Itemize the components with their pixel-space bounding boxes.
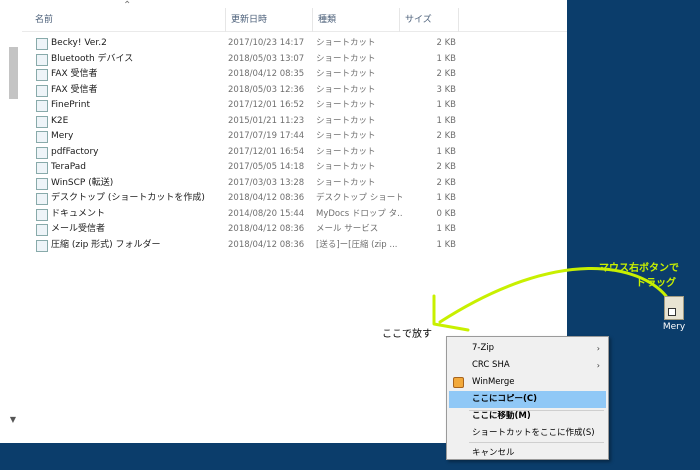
menu-item-label: ショートカットをここに作成(S): [472, 428, 595, 438]
winmerge-icon: [453, 377, 464, 388]
context-menu: 7-Zip › CRC SHA › WinMerge ここにコピー(C) ここに移動(M) シ…: [446, 336, 609, 460]
drag-instruction-line1: マウス右ボタンで: [599, 263, 679, 274]
menu-item-label: 7-Zip: [472, 343, 495, 353]
menu-item[interactable]: 7-Zip ›: [449, 340, 606, 357]
menu-item[interactable]: ショートカットをここに作成(S): [449, 425, 606, 442]
menu-separator: [469, 442, 604, 443]
menu-separator: [469, 410, 604, 411]
menu-item-label: WinMerge: [472, 377, 515, 387]
drag-instruction-line2: ドラッグ: [636, 278, 676, 289]
submenu-arrow-icon: ›: [596, 344, 600, 353]
desktop-shortcut-mery[interactable]: Mery: [650, 296, 698, 332]
menu-item[interactable]: ここにコピー(C): [449, 391, 606, 408]
desktop-icon-label: Mery: [662, 322, 686, 332]
menu-item-label: CRC SHA: [472, 360, 510, 370]
menu-item[interactable]: CRC SHA ›: [449, 357, 606, 374]
submenu-arrow-icon: ›: [596, 361, 600, 370]
menu-item-label: ここにコピー(C): [472, 394, 538, 404]
menu-item[interactable]: WinMerge: [449, 374, 606, 391]
drop-instruction: ここで放す: [382, 329, 432, 340]
mery-shortcut-icon: [664, 296, 684, 320]
menu-item[interactable]: キャンセル: [449, 445, 606, 462]
menu-item-label: ここに移動(M): [472, 411, 531, 421]
menu-item-label: キャンセル: [472, 448, 515, 458]
